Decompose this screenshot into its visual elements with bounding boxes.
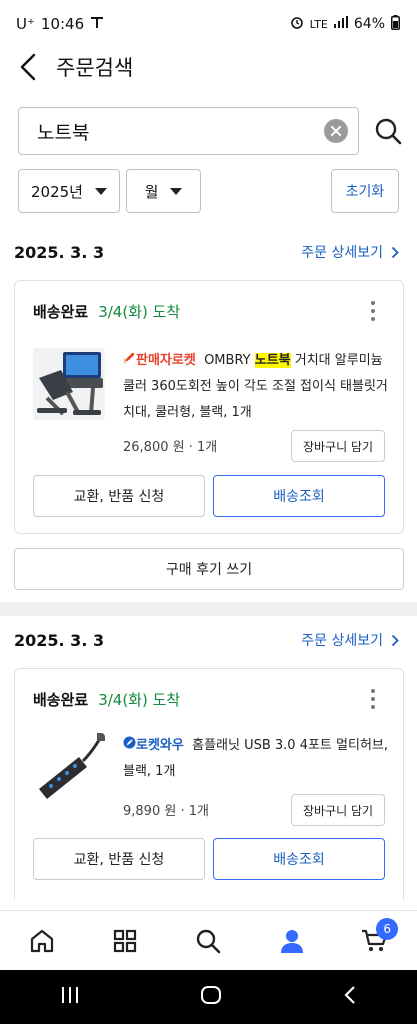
arrival-date: 3/4(화) 도착 <box>98 691 181 709</box>
month-dropdown[interactable]: 월 <box>126 169 201 213</box>
add-to-cart-button[interactable]: 장바구니 담기 <box>291 430 385 462</box>
header: 주문검색 <box>0 48 417 86</box>
order-date: 2025. 3. 3 <box>14 630 105 650</box>
product-name-prefix: OMBRY <box>204 353 255 368</box>
battery-label: 64% <box>353 16 385 32</box>
filter-row: 2025년 월 초기화 <box>18 169 399 213</box>
order-date: 2025. 3. 3 <box>14 242 105 262</box>
signal-icon <box>333 16 348 32</box>
order-detail-label[interactable]: 주문 상세보기 <box>301 242 383 262</box>
order-detail-link[interactable]: 주문 상세보기 <box>301 242 399 262</box>
search-row: 노트북 <box>18 107 408 155</box>
product-name[interactable]: 로켓와우 홈플래닛 USB 3.0 4포트 멀티허브, 블랙, 1개 <box>123 733 393 785</box>
track-delivery-button[interactable]: 배송조회 <box>213 838 385 880</box>
delivery-status: 배송완료 <box>33 303 89 321</box>
order-card: 배송완료 3/4(화) 도착 로켓와우 홈플래닛 USB 3.0 4포트 멀티허… <box>14 668 404 900</box>
more-options-icon[interactable] <box>363 687 383 711</box>
rocket-wow-icon <box>123 736 136 753</box>
status-bar: U⁺ 10:46 LTE 64% <box>0 0 417 48</box>
clock: 10:46 <box>40 15 85 33</box>
order-card: 배송완료 3/4(화) 도착 판매자로켓 OMBRY 노트북 거치대 알루미늄 … <box>14 280 404 534</box>
order-detail-label[interactable]: 주문 상세보기 <box>301 630 383 650</box>
price-quantity: 26,800 원 · 1개 <box>123 440 218 455</box>
search-highlight: 노트북 <box>254 353 291 368</box>
my-page-icon[interactable] <box>267 916 317 966</box>
section-divider <box>0 602 417 616</box>
home-icon[interactable] <box>17 916 67 966</box>
rocket-badge: 판매자로켓 <box>136 353 196 368</box>
chevron-down-icon <box>170 187 183 195</box>
cart-icon[interactable]: 6 <box>350 916 400 966</box>
chevron-down-icon <box>94 187 107 195</box>
chevron-right-icon <box>391 634 399 646</box>
search-icon[interactable] <box>183 916 233 966</box>
card-head: 배송완료 3/4(화) 도착 <box>33 301 180 322</box>
chevron-right-icon <box>391 246 399 258</box>
year-dropdown[interactable]: 2025년 <box>18 169 120 213</box>
product-name[interactable]: 판매자로켓 OMBRY 노트북 거치대 알루미늄 쿨러 360도회전 높이 각도… <box>123 348 393 426</box>
system-nav-bar <box>0 970 417 1024</box>
cart-count-badge: 6 <box>376 917 399 940</box>
search-query[interactable]: 노트북 <box>37 118 324 145</box>
product-thumbnail[interactable] <box>33 348 105 420</box>
search-input[interactable]: 노트북 <box>18 107 359 155</box>
battery-icon <box>391 14 400 34</box>
add-to-cart-button[interactable]: 장바구니 담기 <box>291 794 385 826</box>
back-nav-icon[interactable] <box>343 985 357 1009</box>
carrier-label: U⁺ <box>16 15 35 33</box>
order-date-row: 2025. 3. 3 주문 상세보기 <box>14 627 399 653</box>
delivery-status: 배송완료 <box>33 691 89 709</box>
rocket-badge: 로켓와우 <box>136 738 184 753</box>
page-title: 주문검색 <box>56 56 134 80</box>
category-icon[interactable] <box>100 916 150 966</box>
order-date-row: 2025. 3. 3 주문 상세보기 <box>14 239 399 265</box>
arrival-date: 3/4(화) 도착 <box>98 303 181 321</box>
track-delivery-button[interactable]: 배송조회 <box>213 475 385 517</box>
card-head: 배송완료 3/4(화) 도착 <box>33 689 180 710</box>
network-label: LTE <box>309 17 328 31</box>
more-options-icon[interactable] <box>363 299 383 323</box>
clear-icon[interactable] <box>323 119 348 143</box>
t-notification-icon <box>90 15 104 33</box>
reset-button[interactable]: 초기화 <box>331 169 399 213</box>
exchange-return-button[interactable]: 교환, 반품 신청 <box>33 838 205 880</box>
exchange-return-button[interactable]: 교환, 반품 신청 <box>33 475 205 517</box>
back-icon[interactable] <box>14 51 42 83</box>
order-detail-link[interactable]: 주문 상세보기 <box>301 630 399 650</box>
alarm-icon <box>290 15 304 33</box>
product-thumbnail[interactable] <box>33 733 105 805</box>
search-icon[interactable] <box>369 111 408 151</box>
write-review-button[interactable]: 구매 후기 쓰기 <box>14 548 404 590</box>
year-value: 2025년 <box>31 182 83 201</box>
home-button-icon[interactable] <box>200 985 222 1009</box>
price-quantity: 9,890 원 · 1개 <box>123 804 209 819</box>
month-value: 월 <box>144 182 159 201</box>
recent-apps-icon[interactable] <box>60 986 80 1008</box>
rocket-seller-icon <box>123 353 136 368</box>
bottom-nav: 6 <box>0 910 417 970</box>
